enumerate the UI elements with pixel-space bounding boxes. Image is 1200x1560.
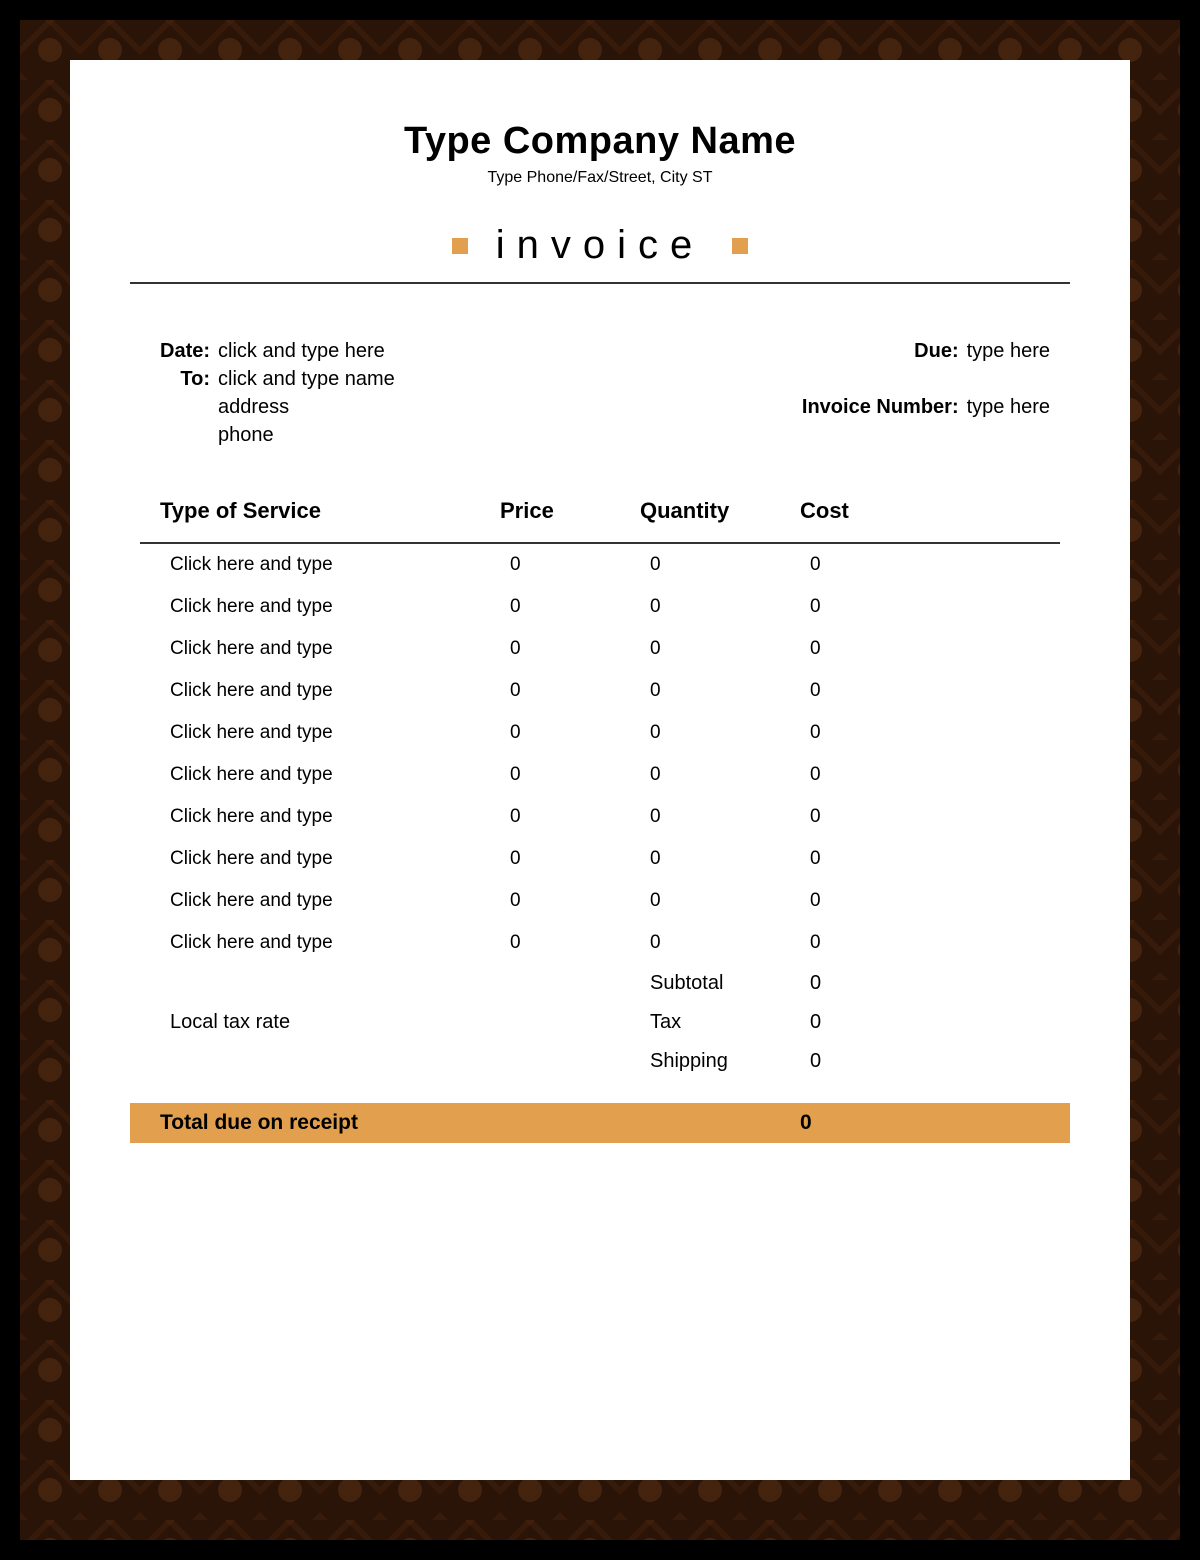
table-row: Click here and type000 [140, 670, 1060, 712]
quantity-cell[interactable]: 0 [650, 680, 810, 702]
table-row: Click here and type000 [140, 712, 1060, 754]
cost-cell: 0 [810, 680, 950, 702]
table-row: Click here and type000 [140, 754, 1060, 796]
subtotal-row: Subtotal 0 [140, 964, 1060, 1003]
quantity-cell[interactable]: 0 [650, 848, 810, 870]
total-due-label: Total due on receipt [160, 1111, 800, 1135]
meta-right: Due: type here Invoice Number: type here [802, 338, 1050, 448]
invoice-title-row: invoice [100, 223, 1100, 268]
cost-cell: 0 [810, 638, 950, 660]
price-cell[interactable]: 0 [510, 806, 650, 828]
due-field[interactable]: type here [967, 338, 1050, 392]
due-label: Due: [802, 338, 959, 392]
to-phone-field[interactable]: phone [218, 422, 395, 448]
cost-cell: 0 [810, 932, 950, 954]
price-cell[interactable]: 0 [510, 890, 650, 912]
table-row: Click here and type000 [140, 880, 1060, 922]
local-tax-rate-label[interactable]: Local tax rate [170, 1011, 510, 1034]
price-cell[interactable]: 0 [510, 680, 650, 702]
quantity-cell[interactable]: 0 [650, 890, 810, 912]
invoice-number-label: Invoice Number: [802, 394, 959, 448]
quantity-cell[interactable]: 0 [650, 554, 810, 576]
square-ornament-icon [452, 238, 468, 254]
service-cell[interactable]: Click here and type [170, 764, 510, 786]
invoice-page: Type Company Name Type Phone/Fax/Street,… [70, 60, 1130, 1480]
quantity-cell[interactable]: 0 [650, 764, 810, 786]
table-body: Click here and type000Click here and typ… [140, 544, 1060, 964]
service-cell[interactable]: Click here and type [170, 890, 510, 912]
tax-value: 0 [810, 1011, 950, 1034]
table-header-row: Type of Service Price Quantity Cost [140, 498, 1060, 544]
table-row: Click here and type000 [140, 838, 1060, 880]
table-row: Click here and type000 [140, 922, 1060, 964]
service-cell[interactable]: Click here and type [170, 932, 510, 954]
quantity-cell[interactable]: 0 [650, 806, 810, 828]
table-row: Click here and type000 [140, 586, 1060, 628]
meta-section: Date: click and type here To: click and … [100, 284, 1100, 448]
quantity-cell[interactable]: 0 [650, 596, 810, 618]
cost-cell: 0 [810, 890, 950, 912]
company-contact-line[interactable]: Type Phone/Fax/Street, City ST [100, 169, 1100, 187]
quantity-cell[interactable]: 0 [650, 638, 810, 660]
invoice-number-field[interactable]: type here [967, 394, 1050, 448]
shipping-row: Shipping 0 [140, 1042, 1060, 1081]
tax-label: Tax [650, 1011, 810, 1034]
price-cell[interactable]: 0 [510, 638, 650, 660]
invoice-title-text: invoice [496, 223, 705, 268]
table-row: Click here and type000 [140, 796, 1060, 838]
col-service: Type of Service [160, 498, 500, 524]
cost-cell: 0 [810, 848, 950, 870]
tax-row: Local tax rate Tax 0 [140, 1003, 1060, 1042]
table-row: Click here and type000 [140, 544, 1060, 586]
decorative-border: Type Company Name Type Phone/Fax/Street,… [20, 20, 1180, 1540]
price-cell[interactable]: 0 [510, 764, 650, 786]
total-due-value: 0 [800, 1111, 940, 1135]
col-quantity: Quantity [640, 498, 800, 524]
price-cell[interactable]: 0 [510, 722, 650, 744]
date-field[interactable]: click and type here [218, 338, 395, 364]
price-cell[interactable]: 0 [510, 932, 650, 954]
col-price: Price [500, 498, 640, 524]
col-cost: Cost [800, 498, 940, 524]
service-cell[interactable]: Click here and type [170, 722, 510, 744]
to-label: To: [160, 366, 210, 392]
header: Type Company Name Type Phone/Fax/Street,… [100, 120, 1100, 284]
cost-cell: 0 [810, 722, 950, 744]
price-cell[interactable]: 0 [510, 554, 650, 576]
service-cell[interactable]: Click here and type [170, 806, 510, 828]
company-name[interactable]: Type Company Name [100, 120, 1100, 163]
line-items-table: Type of Service Price Quantity Cost Clic… [100, 448, 1100, 1143]
meta-left: Date: click and type here To: click and … [160, 338, 395, 448]
price-cell[interactable]: 0 [510, 596, 650, 618]
date-label: Date: [160, 338, 210, 364]
quantity-cell[interactable]: 0 [650, 932, 810, 954]
to-name-field[interactable]: click and type name [218, 366, 395, 392]
total-due-bar: Total due on receipt 0 [130, 1103, 1070, 1143]
shipping-label: Shipping [650, 1050, 810, 1073]
price-cell[interactable]: 0 [510, 848, 650, 870]
table-row: Click here and type000 [140, 628, 1060, 670]
cost-cell: 0 [810, 764, 950, 786]
service-cell[interactable]: Click here and type [170, 848, 510, 870]
square-ornament-icon [732, 238, 748, 254]
shipping-value: 0 [810, 1050, 950, 1073]
to-address-field[interactable]: address [218, 394, 395, 420]
service-cell[interactable]: Click here and type [170, 596, 510, 618]
cost-cell: 0 [810, 806, 950, 828]
service-cell[interactable]: Click here and type [170, 680, 510, 702]
quantity-cell[interactable]: 0 [650, 722, 810, 744]
outer-black-frame: Type Company Name Type Phone/Fax/Street,… [0, 0, 1200, 1560]
subtotal-value: 0 [810, 972, 950, 995]
service-cell[interactable]: Click here and type [170, 554, 510, 576]
service-cell[interactable]: Click here and type [170, 638, 510, 660]
cost-cell: 0 [810, 554, 950, 576]
subtotal-label: Subtotal [650, 972, 810, 995]
cost-cell: 0 [810, 596, 950, 618]
